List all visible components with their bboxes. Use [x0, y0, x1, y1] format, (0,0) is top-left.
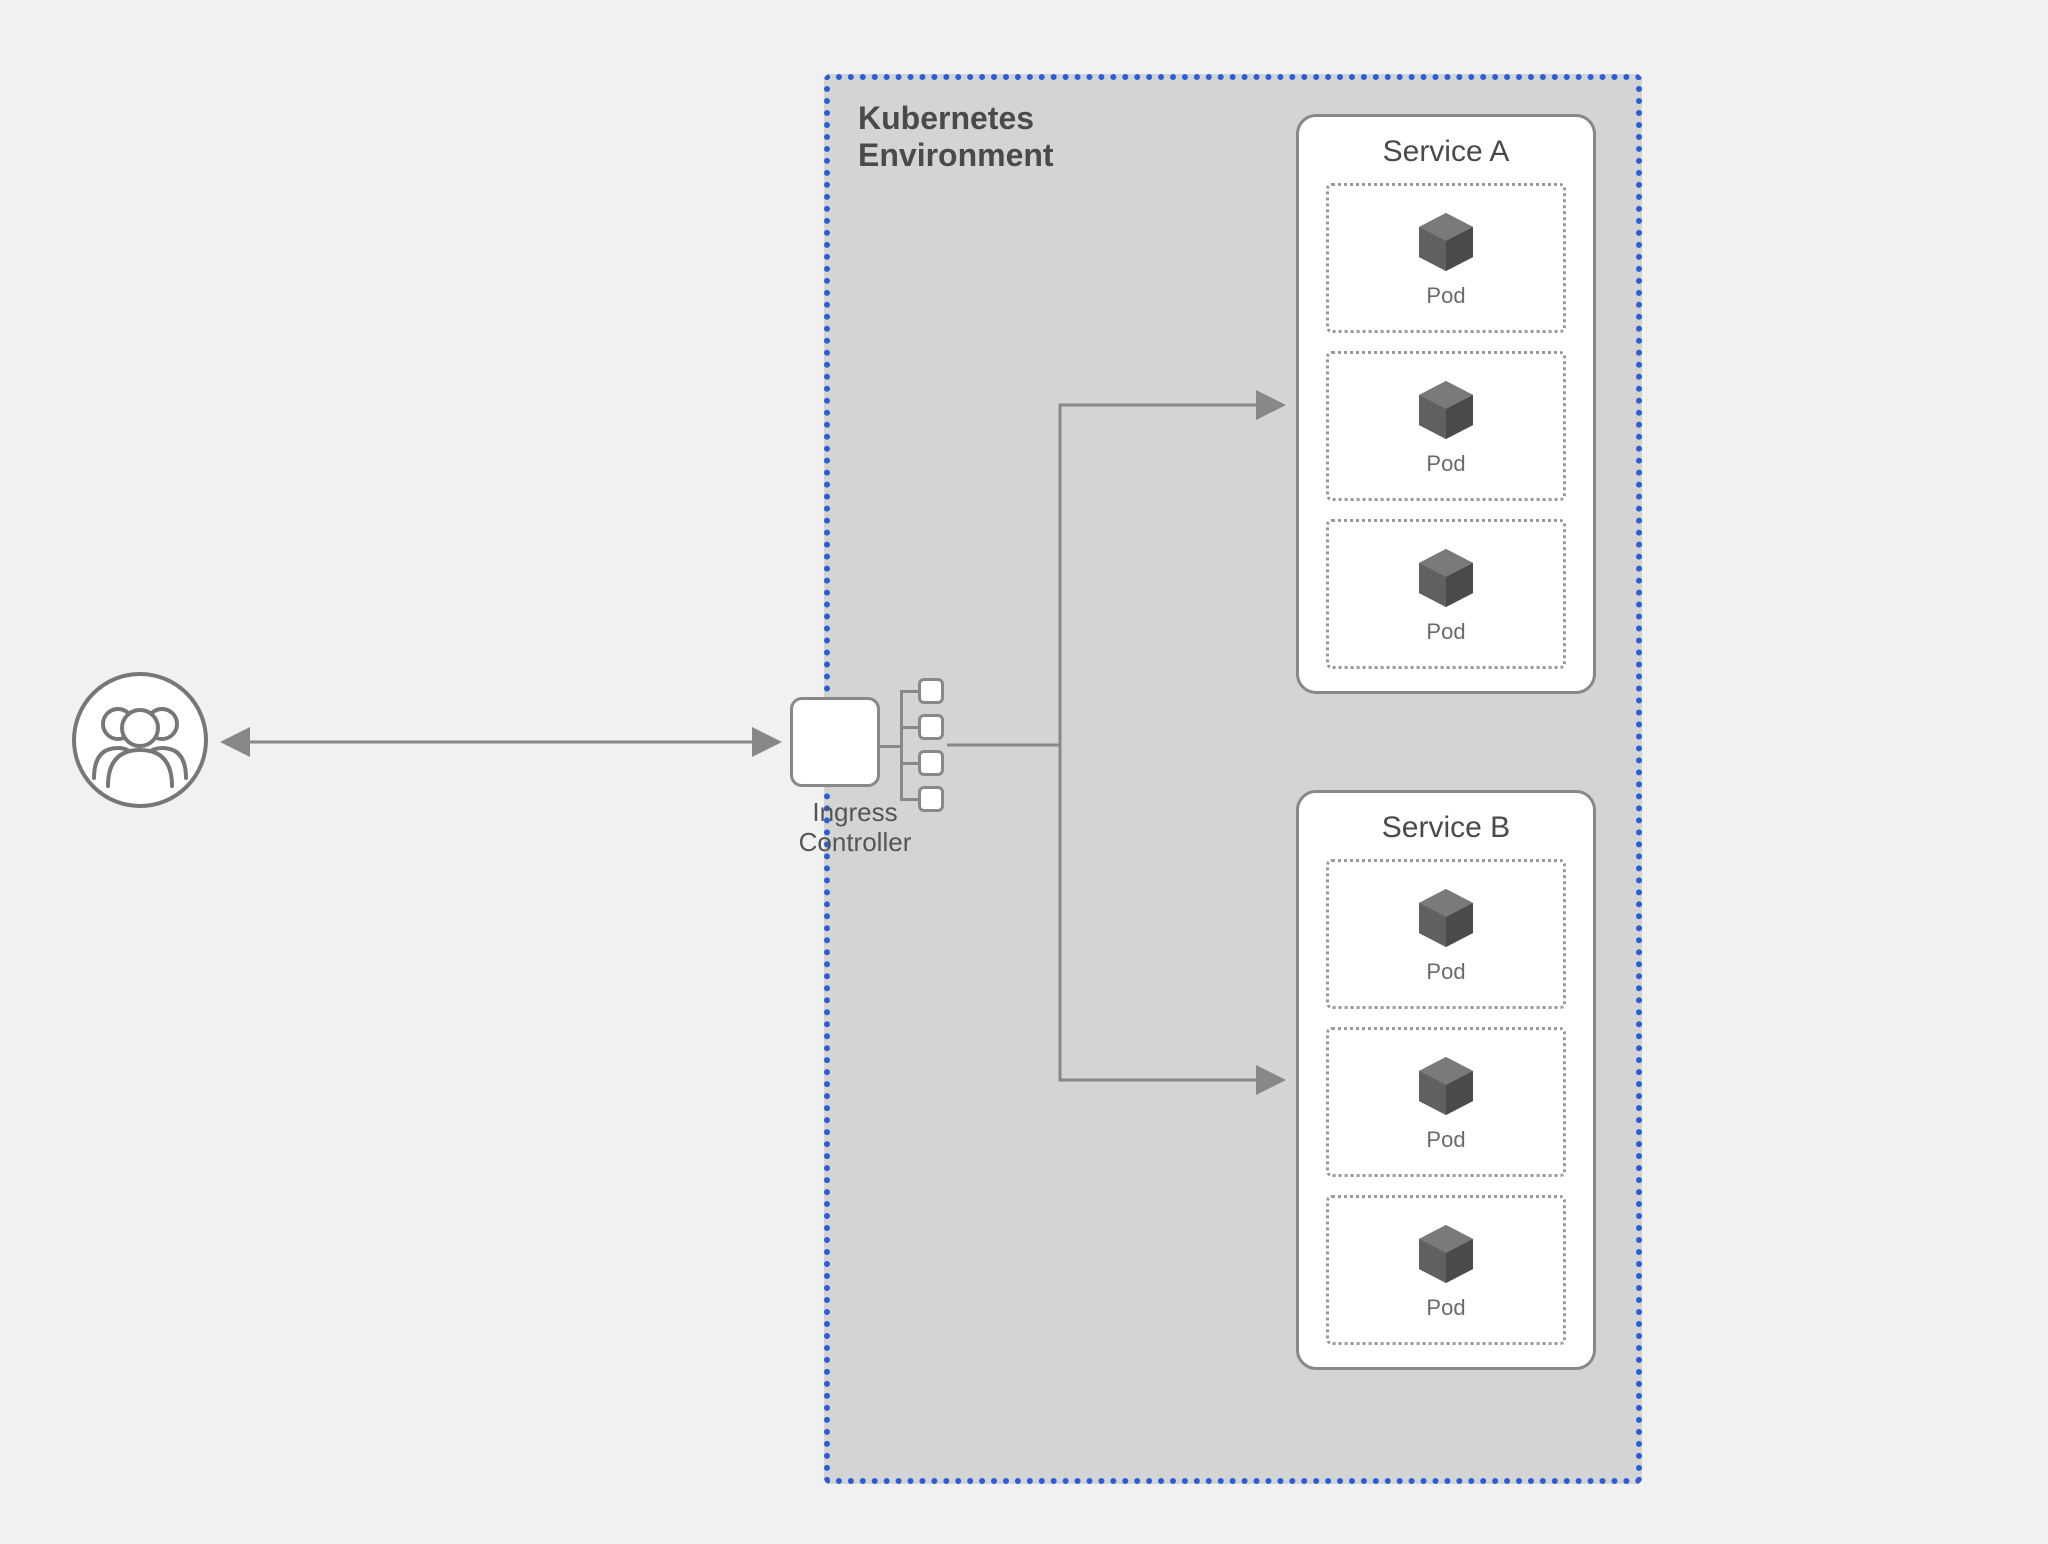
cube-icon: [1411, 883, 1481, 953]
connector-line: [900, 726, 918, 729]
service-a-title: Service A: [1321, 135, 1571, 169]
connector-line: [900, 690, 918, 693]
pod-label: Pod: [1426, 959, 1465, 985]
cube-icon: [1411, 543, 1481, 613]
pod-label: Pod: [1426, 619, 1465, 645]
service-a-box: Service A Pod Pod: [1296, 114, 1596, 694]
service-b-title: Service B: [1321, 811, 1571, 845]
pod-label: Pod: [1426, 1295, 1465, 1321]
pod-box: Pod: [1326, 519, 1566, 669]
ingress-controller-box: [790, 697, 880, 787]
connector-line: [900, 762, 918, 765]
ingress-port-icon: [918, 786, 944, 812]
pod-label: Pod: [1426, 283, 1465, 309]
pod-box: Pod: [1326, 1027, 1566, 1177]
ingress-controller-label: IngressController: [770, 798, 940, 858]
ingress-port-icon: [918, 750, 944, 776]
cube-icon: [1411, 1219, 1481, 1289]
users-icon: [70, 670, 210, 810]
connector-line: [880, 745, 902, 748]
pod-box: Pod: [1326, 183, 1566, 333]
ingress-port-icon: [918, 678, 944, 704]
ingress-port-icon: [918, 714, 944, 740]
pod-box: Pod: [1326, 1195, 1566, 1345]
kubernetes-environment-title: KubernetesEnvironment: [858, 100, 1054, 174]
pod-box: Pod: [1326, 859, 1566, 1009]
cube-icon: [1411, 207, 1481, 277]
service-b-box: Service B Pod Pod: [1296, 790, 1596, 1370]
connector-line: [900, 798, 918, 801]
diagram-canvas: KubernetesEnvironment IngressController …: [0, 0, 2048, 1544]
cube-icon: [1411, 375, 1481, 445]
pod-label: Pod: [1426, 451, 1465, 477]
cube-icon: [1411, 1051, 1481, 1121]
pod-label: Pod: [1426, 1127, 1465, 1153]
pod-box: Pod: [1326, 351, 1566, 501]
connector-line: [900, 690, 903, 800]
